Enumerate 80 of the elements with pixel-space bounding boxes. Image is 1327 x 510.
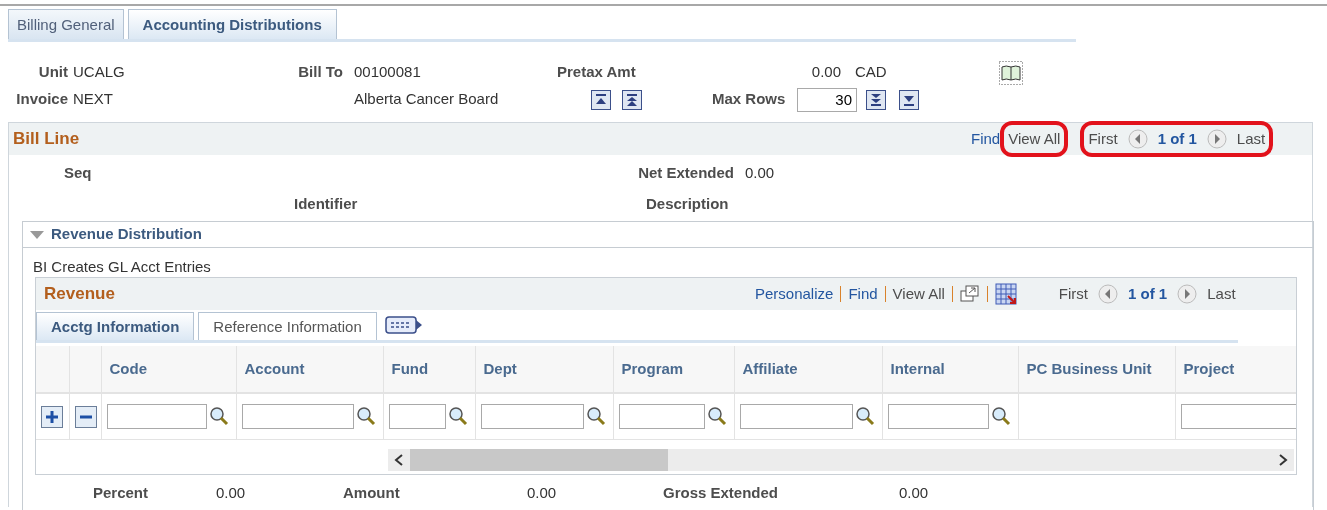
field-value: 0.00	[216, 483, 247, 504]
page-count: 1 of 1	[1128, 283, 1168, 304]
view-all-link[interactable]: View All	[892, 282, 945, 306]
page-tab[interactable]: Accounting Distributions	[127, 9, 337, 39]
show-all-columns-icon[interactable]	[384, 314, 423, 336]
field-label: Unit	[37, 62, 68, 83]
column-header: Account	[244, 358, 305, 379]
field-label: Bill To	[297, 62, 343, 83]
field-value: NEXT	[73, 89, 114, 110]
book-icon[interactable]	[999, 60, 1023, 85]
last-link[interactable]: Last	[1207, 282, 1236, 306]
horizontal-scrollbar[interactable]	[388, 448, 1294, 471]
field-label: Percent	[93, 483, 150, 504]
first-link[interactable]: First	[1058, 282, 1088, 306]
scrollbar-thumb[interactable]	[410, 448, 668, 471]
field-label: Amount	[343, 483, 401, 504]
lookup-field[interactable]	[887, 403, 989, 429]
previous-icon[interactable]	[1098, 284, 1118, 304]
field-value: Alberta Cancer Board	[354, 89, 500, 110]
delete-row-icon[interactable]	[74, 405, 97, 428]
field-label: Gross Extended	[663, 483, 780, 504]
search-icon[interactable]	[706, 406, 727, 427]
lookup-field[interactable]	[241, 403, 354, 429]
next-icon[interactable]	[1206, 129, 1227, 149]
grid-tab[interactable]: Acctg Information	[36, 312, 195, 340]
search-icon[interactable]	[854, 406, 875, 427]
field-label: Seq	[64, 162, 93, 183]
add-row-icon[interactable]	[41, 405, 63, 428]
lookup-field[interactable]	[618, 403, 705, 429]
expanded-triangle-icon[interactable]	[29, 229, 45, 240]
column-header: Code	[109, 358, 147, 379]
search-icon[interactable]	[208, 406, 229, 427]
page-count: 1 of 1	[1157, 128, 1197, 149]
search-icon[interactable]	[355, 406, 376, 427]
section-title[interactable]: Revenue Distribution	[51, 223, 202, 246]
find-link[interactable]: Find	[971, 127, 1001, 151]
field-value: UCALG	[73, 62, 126, 83]
note-text: BI Creates GL Acct Entries	[33, 257, 212, 277]
column-header: Program	[621, 358, 684, 379]
download-grid-icon[interactable]	[994, 283, 1017, 305]
field-label: Net Extended	[637, 162, 734, 183]
field-label: Identifier	[294, 194, 359, 215]
section-title: Bill Line	[13, 128, 81, 151]
column-header: Fund	[391, 358, 429, 379]
lookup-field[interactable]	[106, 403, 207, 429]
field-label: Max Rows	[712, 89, 787, 110]
page-tab[interactable]: Billing General	[8, 9, 124, 39]
find-link[interactable]: Find	[848, 282, 878, 306]
lookup-field[interactable]	[739, 403, 853, 429]
column-header: PC Business Unit	[1026, 358, 1152, 379]
field-value: 00100081	[354, 62, 422, 83]
last-link[interactable]: Last	[1236, 127, 1266, 151]
field-label: Invoice	[15, 89, 68, 110]
first-link[interactable]: First	[1088, 127, 1118, 151]
new-window-icon[interactable]	[959, 285, 980, 303]
lookup-field[interactable]	[388, 403, 446, 429]
grid-title: Revenue	[44, 283, 116, 306]
field-value: 0.00	[745, 162, 775, 183]
max-rows-field[interactable]: 30	[797, 87, 857, 112]
next-icon[interactable]	[1177, 284, 1198, 304]
field-value: 0.00	[810, 62, 841, 83]
view-all-link[interactable]: View All	[1008, 127, 1061, 151]
column-header: Project	[1183, 358, 1235, 379]
column-header: Internal	[890, 358, 945, 379]
grid-tab[interactable]: Reference Information	[198, 312, 377, 340]
collapsible-header[interactable]: Revenue Distribution	[23, 222, 1313, 248]
field-value: 0.00	[899, 483, 929, 504]
search-icon[interactable]	[990, 406, 1011, 427]
personalize-link[interactable]: Personalize	[755, 282, 834, 306]
column-header: Affiliate	[742, 358, 798, 379]
search-icon[interactable]	[447, 406, 468, 427]
previous-icon[interactable]	[1127, 129, 1148, 149]
field-label: Description	[646, 194, 729, 215]
search-icon[interactable]	[585, 406, 606, 427]
field-value: CAD	[855, 62, 888, 83]
lookup-field[interactable]	[480, 403, 584, 429]
text-field[interactable]	[1180, 403, 1296, 429]
column-header: Dept	[483, 358, 517, 379]
field-label: Pretax Amt	[557, 62, 637, 83]
field-value: 0.00	[527, 483, 558, 504]
